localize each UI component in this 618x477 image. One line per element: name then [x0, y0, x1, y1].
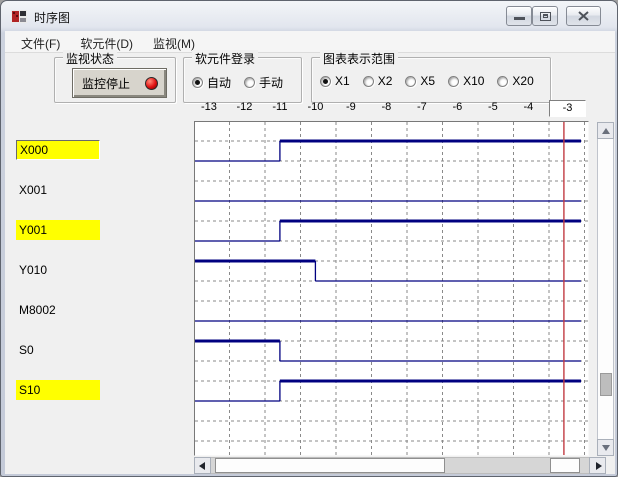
- menu-item-3[interactable]: 监视(M): [143, 31, 205, 52]
- close-icon: [567, 7, 600, 25]
- menu-item-2[interactable]: 软元件(D): [70, 31, 143, 52]
- signal-label-Y001[interactable]: Y001: [16, 220, 100, 240]
- scroll-down-button[interactable]: [597, 439, 614, 456]
- axis-tick-label: -9: [337, 101, 365, 113]
- monitor-led-icon: [145, 77, 158, 90]
- range-option-X1[interactable]: X1: [320, 74, 350, 88]
- signal-label-M8002[interactable]: M8002: [16, 300, 100, 320]
- title-bar: 时序图: [1, 1, 617, 31]
- radio-label: X1: [335, 74, 350, 88]
- radio-label: X20: [512, 74, 533, 88]
- signal-label-S10[interactable]: S10: [16, 380, 100, 400]
- axis-tick-label: -12: [230, 101, 258, 113]
- range-option-X10[interactable]: X10: [448, 74, 484, 88]
- signal-label-S0[interactable]: S0: [16, 340, 100, 360]
- horizontal-scrollbar-thumb[interactable]: [215, 458, 445, 473]
- radio-label: X10: [463, 74, 484, 88]
- arrow-left-icon: [199, 462, 205, 470]
- scroll-left-button[interactable]: [194, 457, 211, 474]
- axis-tick-label: -5: [479, 101, 507, 113]
- vertical-scrollbar[interactable]: [597, 122, 614, 456]
- app-window: 时序图 文件(F)软元件(D)监视(M) 监视状态 监控停止 软元件登录 自动 手…: [0, 0, 618, 477]
- arrow-up-icon: [602, 128, 610, 134]
- app-icon: [11, 9, 27, 24]
- radio-icon: [448, 76, 459, 87]
- range-option-X2[interactable]: X2: [363, 74, 393, 88]
- menu-item-1[interactable]: 文件(F): [11, 31, 70, 52]
- radio-icon: [363, 76, 374, 87]
- radio-icon: [405, 76, 416, 87]
- device-option-手动[interactable]: 手动: [244, 74, 283, 91]
- close-button[interactable]: [566, 6, 601, 26]
- signal-label-Y010[interactable]: Y010: [16, 260, 100, 280]
- radio-icon: [244, 77, 255, 88]
- axis-tick-label: -6: [443, 101, 471, 113]
- arrow-down-icon: [602, 445, 610, 451]
- axis-tick-label: -11: [266, 101, 294, 113]
- minimize-icon: [514, 17, 525, 20]
- radio-label: X2: [378, 74, 393, 88]
- horizontal-scrollbar-pagebox[interactable]: [550, 458, 580, 473]
- radio-icon: [497, 76, 508, 87]
- axis-tick-label: -13: [195, 101, 223, 113]
- axis-tick-label: -8: [372, 101, 400, 113]
- monitor-stop-label: 监控停止: [82, 75, 130, 92]
- restore-button[interactable]: [532, 6, 558, 26]
- restore-icon: [540, 12, 551, 21]
- chart-range-groupbox: 图表表示范围 X1X2X5X10X20: [311, 57, 551, 103]
- minimize-button[interactable]: [506, 6, 532, 26]
- scroll-up-button[interactable]: [597, 122, 614, 139]
- range-option-X20[interactable]: X20: [497, 74, 533, 88]
- scroll-right-button[interactable]: [589, 457, 606, 474]
- radio-icon: [192, 77, 203, 88]
- vertical-scrollbar-thumb[interactable]: [600, 373, 612, 396]
- axis-tick-label: -4: [514, 101, 542, 113]
- cursor-position-box: -3: [549, 100, 586, 117]
- device-entry-groupbox: 软元件登录 自动手动: [183, 57, 302, 103]
- axis-tick-label: -7: [408, 101, 436, 113]
- monitor-stop-button[interactable]: 监控停止: [72, 68, 167, 98]
- device-entry-options: 自动 手动: [192, 74, 296, 91]
- radio-label: 手动: [259, 74, 283, 91]
- device-entry-title: 软元件登录: [192, 50, 258, 67]
- chart-range-title: 图表表示范围: [320, 50, 398, 67]
- horizontal-scrollbar[interactable]: [194, 457, 606, 474]
- chart-range-options: X1 X2 X5 X10 X20: [320, 74, 547, 88]
- timing-chart-plot: [194, 121, 589, 456]
- timing-chart-canvas: [195, 122, 588, 455]
- signal-label-X000[interactable]: X000: [16, 140, 100, 160]
- radio-icon: [320, 76, 331, 87]
- signal-label-X001[interactable]: X001: [16, 180, 100, 200]
- range-option-X5[interactable]: X5: [405, 74, 435, 88]
- monitor-status-title: 监视状态: [63, 50, 117, 67]
- axis-tick-label: -10: [301, 101, 329, 113]
- device-option-自动[interactable]: 自动: [192, 74, 231, 91]
- monitor-status-groupbox: 监视状态 监控停止: [54, 57, 176, 103]
- radio-label: X5: [420, 74, 435, 88]
- radio-label: 自动: [207, 74, 231, 91]
- window-title: 时序图: [34, 9, 70, 26]
- arrow-right-icon: [596, 462, 602, 470]
